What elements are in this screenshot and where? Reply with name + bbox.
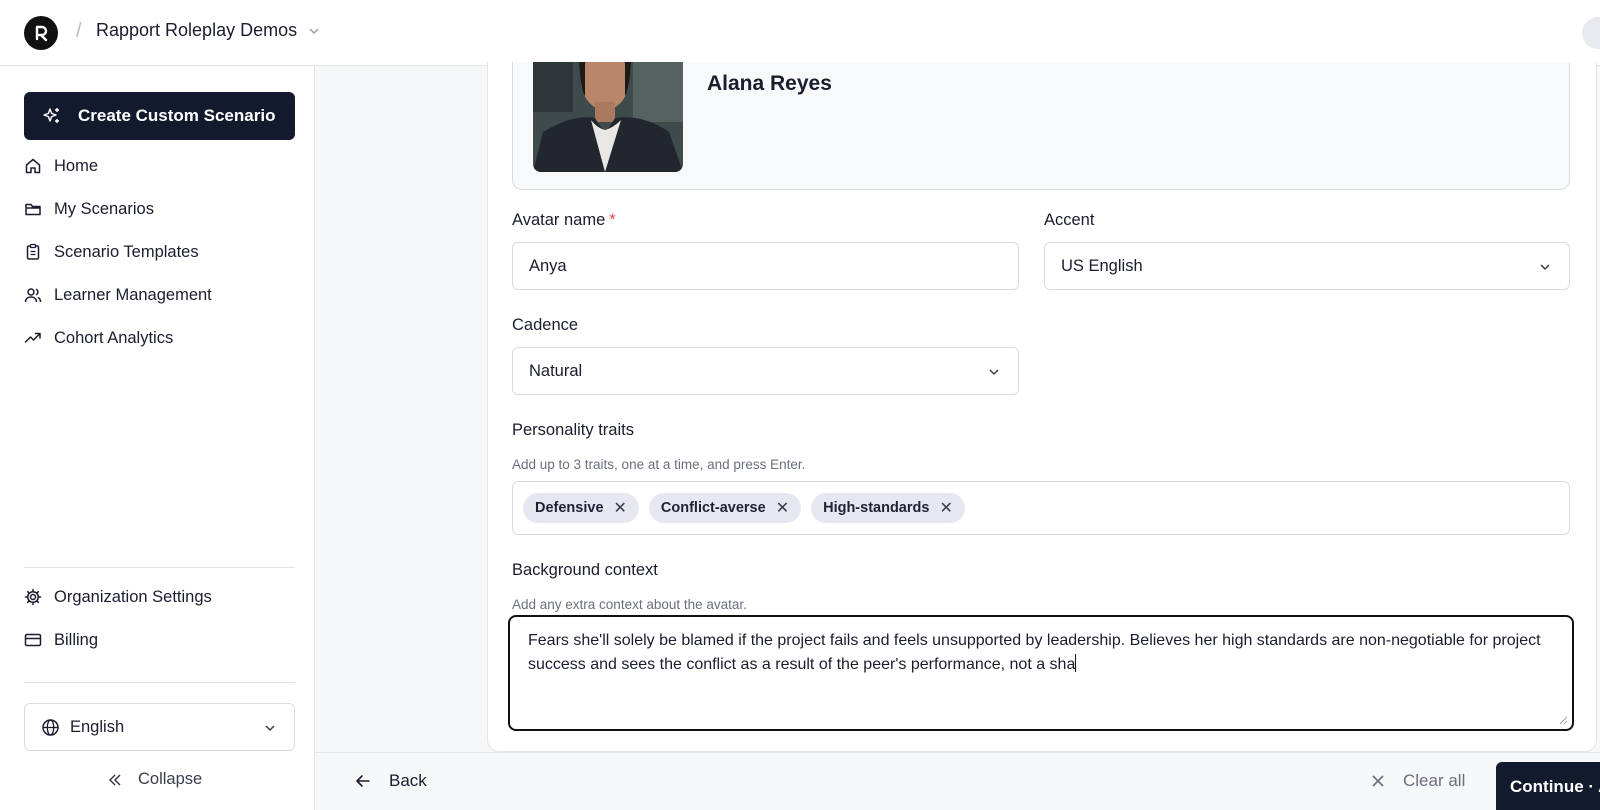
workspace-name: Rapport Roleplay Demos [96,20,298,40]
breadcrumb-separator: / [76,20,82,42]
accent-value: US English [1061,256,1143,275]
close-icon [1372,775,1384,787]
continue-button[interactable]: Continue · A [1496,762,1600,810]
avatar-name-value: Anya [529,256,567,275]
collapse-sidebar-button[interactable]: Collapse [108,770,202,789]
create-custom-scenario-button[interactable]: Create Custom Scenario [24,92,295,140]
top-bar: / Rapport Roleplay Demos [0,0,1600,66]
back-label: Back [389,771,427,790]
sidebar-item-cohort-analytics[interactable]: Cohort Analytics [24,324,173,352]
background-context-help: Add any extra context about the avatar. [512,597,747,612]
cadence-label: Cadence [512,316,579,334]
back-button[interactable]: Back [355,771,427,791]
sidebar-item-label: Cohort Analytics [54,328,174,347]
chevrons-left-icon [108,773,121,786]
trait-tag: Conflict-averse ✕ [648,493,802,523]
credit-card-icon [24,633,42,647]
clear-all-label: Clear all [1403,771,1466,790]
personality-traits-help: Add up to 3 traits, one at a time, and p… [512,457,806,472]
trend-icon [24,332,41,343]
sidebar-divider [24,682,295,683]
selected-avatar-card[interactable]: Alana Reyes [512,62,1570,190]
collapse-label: Collapse [138,770,203,788]
accent-label: Accent [1044,211,1095,229]
avatar-portrait-image [533,62,683,172]
personality-traits-label: Personality traits [512,421,634,439]
sidebar: Create Custom Scenario Home My Scenarios… [0,66,315,810]
sidebar-item-billing[interactable]: Billing [24,626,98,654]
sidebar-item-label: Organization Settings [54,587,212,606]
language-select[interactable]: English [24,703,295,751]
sidebar-item-learner-management[interactable]: Learner Management [24,281,212,309]
trait-tag: High-standards ✕ [811,493,965,523]
chevron-down-icon [309,27,319,34]
chevron-down-icon [265,725,275,732]
home-icon [25,158,41,174]
trait-tag-label: Defensive [535,500,604,516]
personality-traits-input[interactable]: Defensive ✕ Conflict-averse ✕ High-stand… [512,481,1570,535]
gear-icon [24,588,42,606]
sparkles-icon [43,108,59,123]
main-content: Alana Reyes Avatar name * Anya Accent US … [315,62,1600,810]
cadence-select[interactable]: Natural [512,347,1019,395]
close-icon[interactable]: ✕ [939,498,952,518]
trait-tag-label: High-standards [823,500,930,516]
accent-select[interactable]: US English [1044,242,1570,290]
avatar-card-name: Alana Reyes [707,72,832,95]
background-context-label: Background context [512,561,658,579]
text-caret [1075,654,1077,672]
create-button-label: Create Custom Scenario [78,106,276,125]
avatar-name-label-text: Avatar name [512,211,606,229]
sidebar-divider [24,567,295,568]
globe-icon [42,718,59,736]
trait-tag-label: Conflict-averse [660,500,766,516]
required-mark: * [609,211,616,229]
sidebar-item-organization-settings[interactable]: Organization Settings [24,583,212,611]
close-icon[interactable]: ✕ [776,498,789,518]
chevron-down-icon [989,369,999,376]
workspace-switcher[interactable]: Rapport Roleplay Demos [96,20,321,41]
logo-mark [35,25,48,42]
background-context-value: Fears she'll solely be blamed if the pro… [528,632,1541,673]
user-avatar[interactable] [1582,17,1600,49]
continue-label: Continue · A [1510,776,1600,796]
sidebar-item-home[interactable]: Home [24,152,98,180]
clipboard-icon [26,243,40,260]
close-icon[interactable]: ✕ [614,498,627,518]
chevron-down-icon [1540,264,1550,271]
form-footer: Back Clear all Continue · A [315,752,1600,810]
clear-all-button[interactable]: Clear all [1371,771,1465,791]
users-icon [24,288,42,303]
sidebar-item-scenario-templates[interactable]: Scenario Templates [24,238,199,266]
background-context-textarea[interactable]: Fears she'll solely be blamed if the pro… [508,615,1574,731]
sidebar-item-label: Learner Management [54,285,212,304]
sidebar-item-my-scenarios[interactable]: My Scenarios [24,195,154,223]
sidebar-item-label: Home [54,156,99,175]
folder-icon [25,203,41,216]
avatar-form-panel: Alana Reyes Avatar name * Anya Accent US … [487,62,1597,752]
sidebar-item-label: Scenario Templates [54,242,199,261]
cadence-value: Natural [529,361,583,380]
avatar-name-label: Avatar name * [512,211,616,230]
sidebar-item-label: Billing [54,630,99,649]
arrow-left-icon [356,775,370,787]
rapport-logo-icon[interactable] [24,16,58,50]
sidebar-item-label: My Scenarios [54,199,154,218]
avatar-name-input[interactable]: Anya [512,242,1019,290]
trait-tag: Defensive ✕ [523,493,639,523]
resize-handle-icon[interactable] [1558,715,1568,725]
language-value: English [70,717,125,736]
avatar-photo [533,62,683,172]
